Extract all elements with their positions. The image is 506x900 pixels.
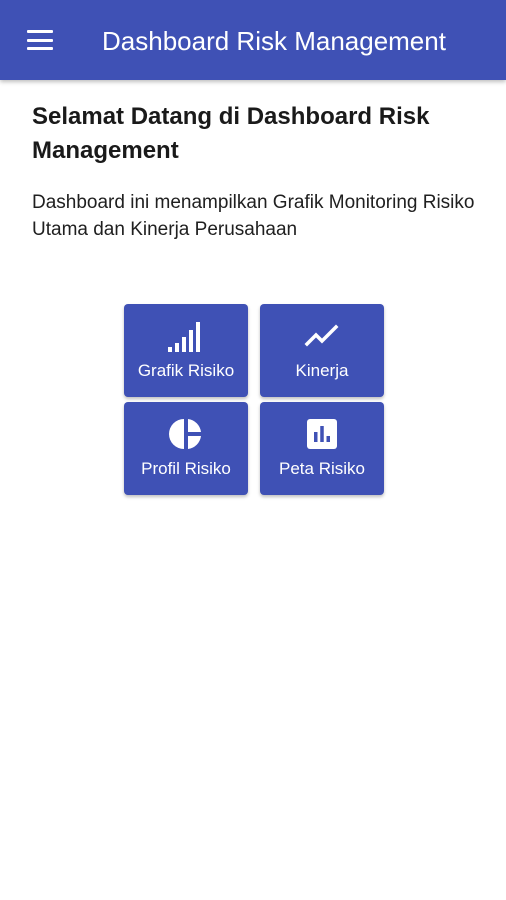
grafik-risiko-button[interactable]: Grafik Risiko (124, 304, 248, 397)
tile-label: Kinerja (295, 361, 349, 380)
trending-up-icon (260, 318, 384, 354)
bar-chart-box-icon (260, 416, 384, 452)
app-bar: Dashboard Risk Management (0, 0, 506, 80)
app-bar-title: Dashboard Risk Management (102, 26, 446, 56)
signal-bars-icon (124, 318, 248, 354)
peta-risiko-button[interactable]: Peta Risiko (260, 402, 384, 495)
pie-chart-icon (124, 416, 248, 452)
menu-icon (27, 30, 53, 50)
tile-label: Profil Risiko (141, 459, 231, 478)
tile-label: Grafik Risiko (137, 361, 235, 380)
profil-risiko-button[interactable]: Profil Risiko (124, 402, 248, 495)
tile-label: Peta Risiko (279, 459, 365, 478)
kinerja-button[interactable]: Kinerja (260, 304, 384, 397)
main-content: Selamat Datang di Dashboard Risk Managem… (32, 100, 482, 243)
welcome-heading: Selamat Datang di Dashboard Risk Managem… (32, 103, 430, 164)
welcome-description: Dashboard ini menampilkan Grafik Monitor… (32, 192, 475, 240)
menu-button[interactable] (14, 22, 66, 58)
menu-grid: Grafik Risiko Kinerja Profil Risiko Peta… (124, 304, 384, 496)
